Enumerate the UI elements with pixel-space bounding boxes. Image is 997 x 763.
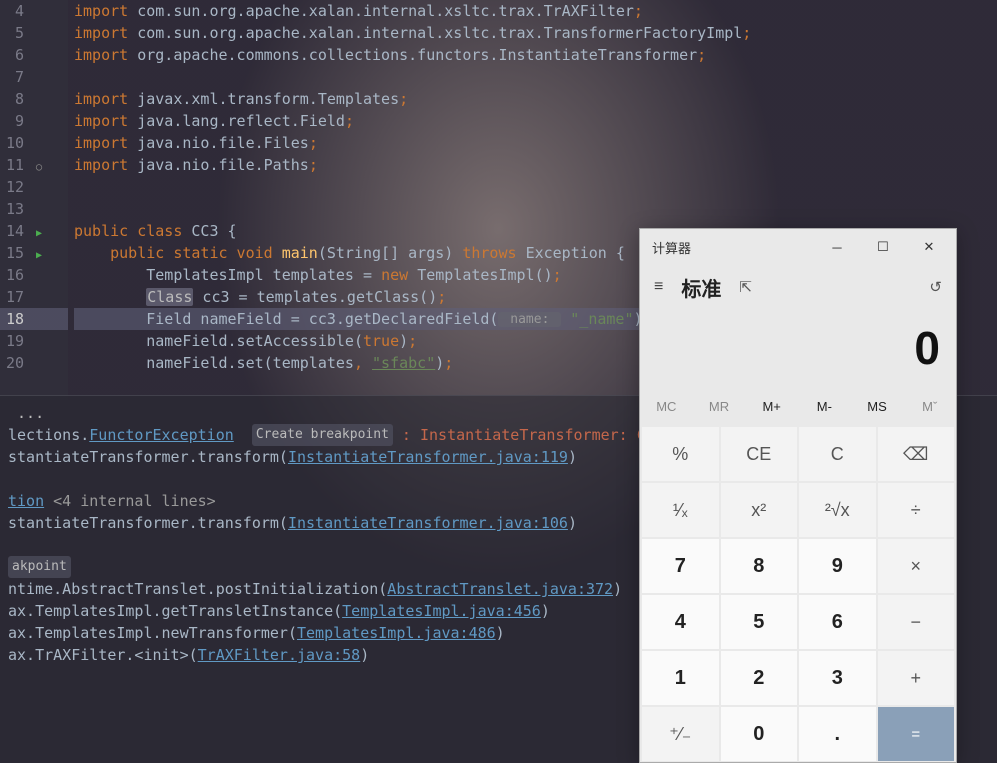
create-breakpoint[interactable]: akpoint [8,556,71,578]
line-number: 6 [0,46,30,64]
code-line[interactable]: import com.sun.org.apache.xalan.internal… [74,22,751,44]
calc-btn-4[interactable]: 4 [642,595,719,649]
line-number: 17 [0,288,30,306]
run-icon[interactable]: ▶ [36,228,42,239]
calc-btn-=[interactable]: = [878,707,955,761]
calc-btn-1[interactable]: 1 [642,651,719,705]
code-line[interactable]: import org.apache.commons.collections.fu… [74,44,751,66]
code-line[interactable]: import com.sun.org.apache.xalan.internal… [74,0,751,22]
calc-btn-x²[interactable]: x² [721,483,798,537]
code-line[interactable] [74,66,751,88]
stack-link[interactable]: AbstractTranslet.java:372 [387,578,613,600]
line-number: 12 [0,178,30,196]
calc-btn-⌫[interactable]: ⌫ [878,427,955,481]
calc-btn-6[interactable]: 6 [799,595,876,649]
line-number: 10 [0,134,30,152]
calc-btn-+[interactable]: + [878,651,955,705]
line-number: 9 [0,112,30,130]
hamburger-icon[interactable]: ≡ [654,278,663,296]
calculator-window: 计算器 ─ ☐ ✕ ≡ 标准 ⇱ ↺ 0 MCMRM+M-MSMˇ %CEC⌫ ¹… [639,228,957,763]
mem-mˇ: Mˇ [903,387,956,425]
calc-btn-¹⁄ₓ[interactable]: ¹⁄ₓ [642,483,719,537]
line-number: 19 [0,332,30,350]
line-number: 15 [0,244,30,262]
stack-link[interactable]: InstantiateTransformer.java:106 [288,512,568,534]
calc-btn-8[interactable]: 8 [721,539,798,593]
calculator-titlebar[interactable]: 计算器 ─ ☐ ✕ [640,229,956,265]
line-number: 11 [0,156,30,174]
line-number: 8 [0,90,30,108]
mem-m+[interactable]: M+ [745,387,798,425]
stack-link[interactable]: FunctorException [89,424,234,446]
history-icon[interactable]: ↺ [929,278,942,296]
maximize-button[interactable]: ☐ [860,231,906,263]
stack-link[interactable]: TemplatesImpl.java:486 [297,622,496,644]
calc-btn-2[interactable]: 2 [721,651,798,705]
mem-mc: MC [640,387,693,425]
pin-icon[interactable]: ⇱ [739,278,752,296]
window-controls: ─ ☐ ✕ [814,231,952,263]
close-button[interactable]: ✕ [906,231,952,263]
line-number: 20 [0,354,30,372]
create-breakpoint[interactable]: Create breakpoint [252,424,393,446]
stack-link[interactable]: TemplatesImpl.java:456 [342,600,541,622]
button-grid: %CEC⌫ ¹⁄ₓx²²√x÷ 789× 456− 123+ ⁺⁄₋0.= [640,425,956,763]
stack-link[interactable]: TrAXFilter.java:58 [198,644,361,666]
calc-btn-3[interactable]: 3 [799,651,876,705]
calculator-display: 0 [640,309,956,387]
calculator-mode-label: 标准 [681,273,721,302]
mem-mr: MR [693,387,746,425]
calc-btn-÷[interactable]: ÷ [878,483,955,537]
line-number: 18 [0,310,30,328]
minimize-button[interactable]: ─ [814,231,860,263]
calc-btn-²√x[interactable]: ²√x [799,483,876,537]
calc-btn-CE[interactable]: CE [721,427,798,481]
calculator-header: ≡ 标准 ⇱ ↺ [640,265,956,309]
stack-link[interactable]: InstantiateTransformer.java:119 [288,446,568,468]
code-line[interactable]: import java.lang.reflect.Field; [74,110,751,132]
display-value: 0 [914,321,940,375]
mem-m-[interactable]: M- [798,387,851,425]
run-icon[interactable]: ▶ [36,250,42,261]
line-number: 4 [0,2,30,20]
memory-row: MCMRM+M-MSMˇ [640,387,956,425]
calc-btn-⁺⁄₋[interactable]: ⁺⁄₋ [642,707,719,761]
calc-btn-7[interactable]: 7 [642,539,719,593]
editor-gutter: 4 5 6 7 8 9 10 11 ◯ 12 13 14 ▶ 15 ▶ 16 17 18 19 20 [0,0,68,400]
line-number: 14 [0,222,30,240]
mem-ms[interactable]: MS [851,387,904,425]
calc-btn-9[interactable]: 9 [799,539,876,593]
code-line[interactable]: import javax.xml.transform.Templates; [74,88,751,110]
calculator-title: 计算器 [652,238,691,257]
line-number: 16 [0,266,30,284]
code-line[interactable] [74,176,751,198]
calc-btn-%[interactable]: % [642,427,719,481]
shield-icon: ◯ [36,162,42,173]
calc-btn-×[interactable]: × [878,539,955,593]
calc-btn-−[interactable]: − [878,595,955,649]
code-line[interactable] [74,198,751,220]
line-number: 5 [0,24,30,42]
calc-btn-.[interactable]: . [799,707,876,761]
code-line[interactable]: import java.nio.file.Files; [74,132,751,154]
line-number: 7 [0,68,30,86]
code-line[interactable]: import java.nio.file.Paths; [74,154,751,176]
stack-link[interactable]: tion [8,490,44,512]
calc-btn-5[interactable]: 5 [721,595,798,649]
calc-btn-0[interactable]: 0 [721,707,798,761]
calc-btn-C[interactable]: C [799,427,876,481]
line-number: 13 [0,200,30,218]
